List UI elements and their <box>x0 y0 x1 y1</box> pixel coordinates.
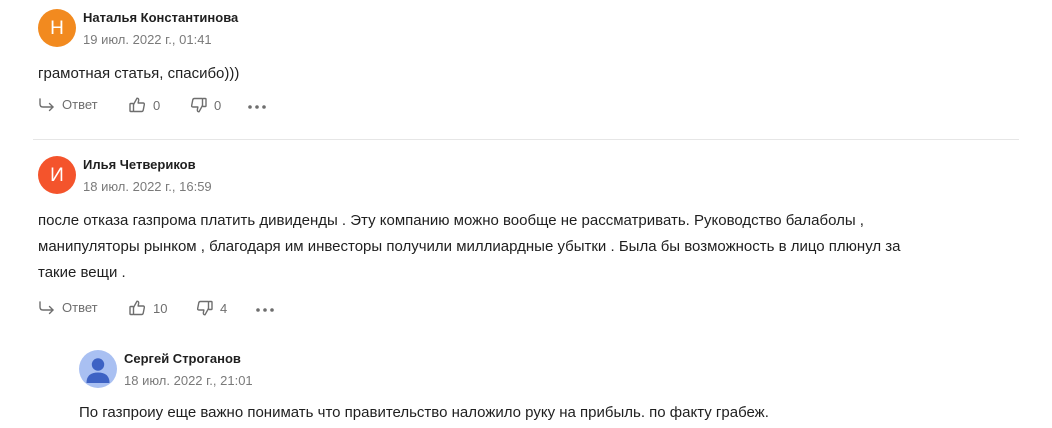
comment-date: 19 июл. 2022 г., 01:41 <box>83 32 212 47</box>
more-dots-icon <box>256 308 274 312</box>
like-count: 0 <box>153 97 161 113</box>
like-button[interactable]: 0 <box>129 97 160 113</box>
author-name[interactable]: Сергей Строганов <box>124 351 241 366</box>
more-dots-icon <box>248 105 266 109</box>
comment-text: грамотная статья, спасибо))) <box>38 61 239 87</box>
avatar[interactable]: И <box>38 156 76 194</box>
author-name[interactable]: Илья Четвериков <box>83 157 196 172</box>
dislike-button[interactable]: 4 <box>196 300 227 316</box>
dislike-count: 0 <box>214 97 222 113</box>
more-options-button[interactable] <box>248 97 266 117</box>
comment-divider <box>33 139 1019 140</box>
dislike-count: 4 <box>220 300 228 316</box>
comment-actions: Ответ 0 0 <box>38 97 266 117</box>
dislike-button[interactable]: 0 <box>190 97 221 113</box>
reply-label: Ответ <box>62 300 98 315</box>
avatar[interactable]: Н <box>38 9 76 47</box>
like-button[interactable]: 10 <box>129 300 167 316</box>
avatar-letter: И <box>50 164 64 186</box>
author-name[interactable]: Наталья Константинова <box>83 10 238 25</box>
reply-button[interactable]: Ответ <box>38 300 98 315</box>
comment: Н Наталья Константинова 19 июл. 2022 г.,… <box>38 9 266 117</box>
comment-text-line: манипуляторы рынком , благодаря им инвес… <box>38 238 901 255</box>
thumbs-down-icon <box>190 97 207 113</box>
comment-date: 18 июл. 2022 г., 21:01 <box>124 373 253 388</box>
comment-text-line: грамотная статья, спасибо))) <box>38 65 240 82</box>
comment-date: 18 июл. 2022 г., 16:59 <box>83 179 212 194</box>
reply-label: Ответ <box>62 97 98 112</box>
avatar-letter: Н <box>50 17 64 39</box>
thumbs-up-icon <box>129 97 146 113</box>
reply-button[interactable]: Ответ <box>38 97 98 112</box>
avatar[interactable] <box>79 350 117 388</box>
comment-header: Н Наталья Константинова 19 июл. 2022 г.,… <box>38 9 239 49</box>
comment-text: По газпроиу еще важно понимать что прави… <box>79 400 769 426</box>
comment-text-line: По газпроиу еще важно понимать что прави… <box>79 404 769 421</box>
comments-thread: Н Наталья Константинова 19 июл. 2022 г.,… <box>0 0 1052 428</box>
comment-text-line: после отказа газпрома платить дивиденды … <box>38 212 864 229</box>
comment-header: Сергей Строганов 18 июл. 2022 г., 21:01 <box>79 350 769 390</box>
comment: И Илья Четвериков 18 июл. 2022 г., 16:59… <box>38 156 901 320</box>
reply-arrow-icon <box>39 300 54 314</box>
user-placeholder-icon <box>86 358 110 383</box>
comment-header: И Илья Четвериков 18 июл. 2022 г., 16:59 <box>38 156 901 196</box>
reply-comment: Сергей Строганов 18 июл. 2022 г., 21:01 … <box>79 350 769 426</box>
like-count: 10 <box>153 300 168 316</box>
thumbs-up-icon <box>129 300 146 316</box>
comment-text: после отказа газпрома платить дивиденды … <box>38 208 901 286</box>
more-options-button[interactable] <box>256 300 274 320</box>
comment-text-line: такие вещи . <box>38 264 126 281</box>
reply-arrow-icon <box>39 97 54 111</box>
thumbs-down-icon <box>196 300 213 316</box>
comment-actions: Ответ 10 4 <box>38 300 901 320</box>
